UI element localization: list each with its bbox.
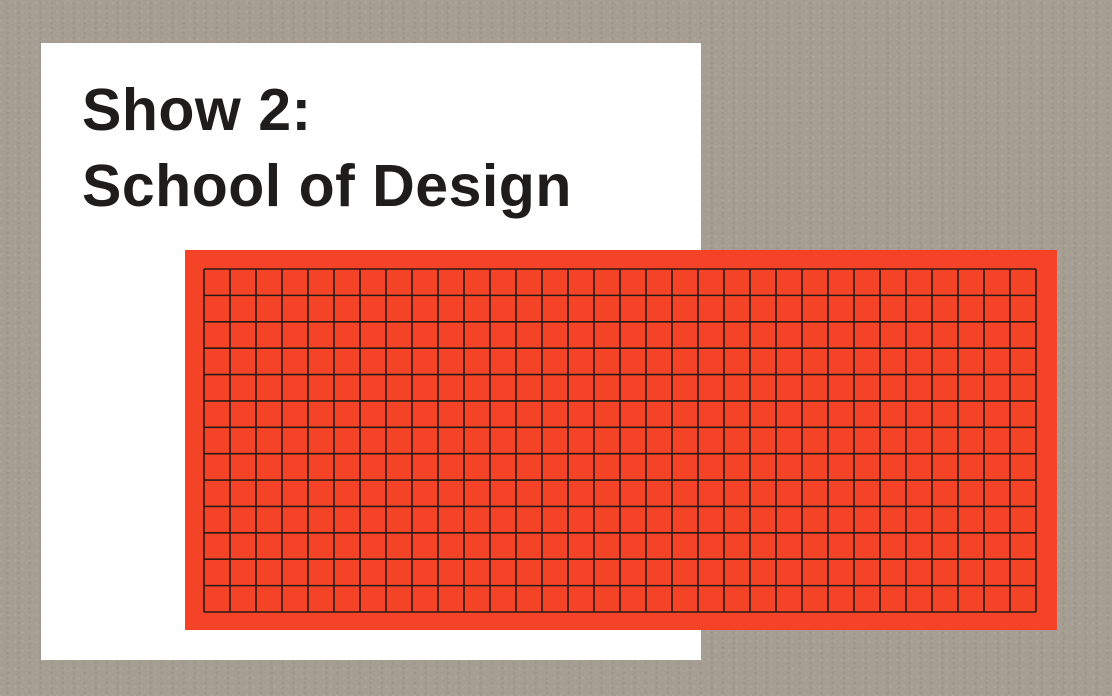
- title-line-2: School of Design: [82, 153, 572, 219]
- title-line-1: Show 2:: [82, 77, 312, 143]
- page-title: Show 2: School of Design: [82, 72, 572, 224]
- grid: [203, 268, 1037, 613]
- red-grid-panel: [185, 250, 1057, 630]
